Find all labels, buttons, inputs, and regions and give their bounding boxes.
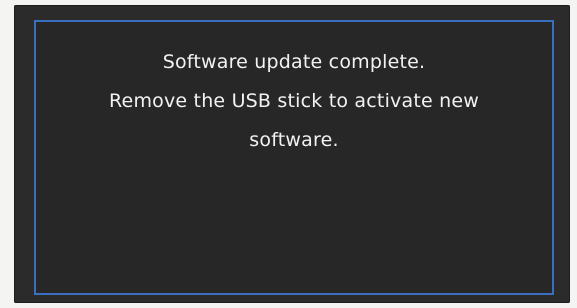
dialog-message: Software update complete. Remove the USB… [36, 52, 552, 169]
message-line-3: software. [249, 129, 339, 151]
update-complete-dialog: Software update complete. Remove the USB… [34, 20, 554, 295]
message-line-2: Remove the USB stick to activate new [109, 90, 479, 112]
message-line-1: Software update complete. [162, 51, 426, 73]
screen-frame: Software update complete. Remove the USB… [14, 5, 570, 303]
